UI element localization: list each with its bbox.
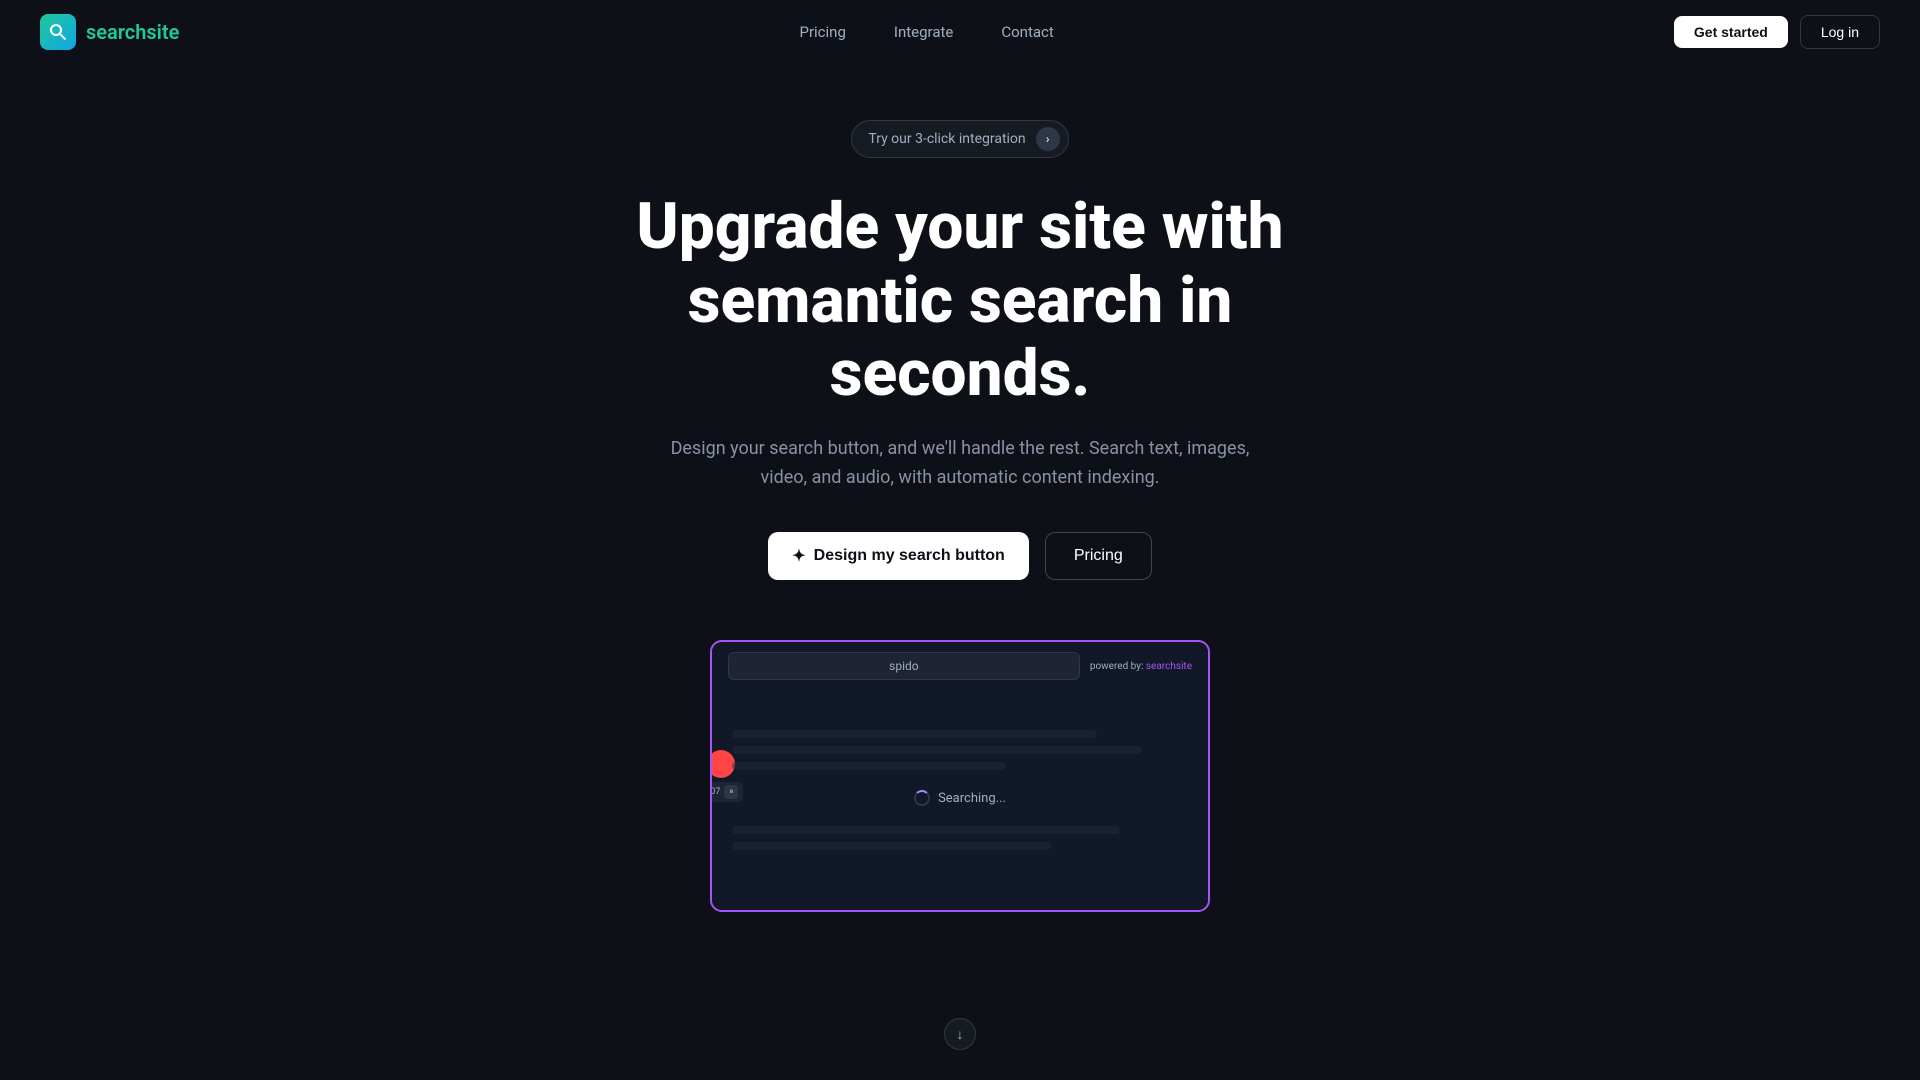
- logo[interactable]: searchsite: [40, 14, 179, 50]
- record-button[interactable]: [710, 750, 735, 778]
- integration-badge-text: Try our 3-click integration: [868, 131, 1025, 147]
- design-button-label: Design my search button: [814, 547, 1005, 565]
- skeleton-line-4: [732, 826, 1120, 834]
- design-search-button[interactable]: ✦ Design my search button: [768, 532, 1029, 580]
- pause-button[interactable]: ⏸: [724, 785, 738, 799]
- nav-link-contact[interactable]: Contact: [1001, 23, 1053, 41]
- skeleton-line-3: [732, 762, 1006, 770]
- sparkle-icon: ✦: [792, 546, 805, 566]
- hero-section: Try our 3-click integration › Upgrade yo…: [0, 0, 1920, 912]
- side-controls-row: 0:07 ⏸: [710, 782, 743, 802]
- logo-text: searchsite: [86, 20, 179, 44]
- navbar: searchsite Pricing Integrate Contact Get…: [0, 0, 1920, 64]
- searching-indicator: Searching...: [914, 790, 1006, 806]
- logo-icon: [40, 14, 76, 50]
- side-label: 0:07: [710, 787, 720, 797]
- demo-window: spido powered by: searchsite Searching..…: [712, 642, 1208, 910]
- get-started-button[interactable]: Get started: [1674, 16, 1788, 48]
- demo-side-controls: 0:07 ⏸: [710, 750, 743, 802]
- hero-title: Upgrade your site with semantic search i…: [610, 190, 1310, 411]
- integration-badge-arrow-icon: ›: [1036, 127, 1060, 151]
- demo-top-bar: spido powered by: searchsite: [712, 642, 1208, 690]
- scroll-indicator[interactable]: ↓: [944, 1018, 976, 1050]
- demo-brand-label: powered by: searchsite: [1090, 661, 1192, 672]
- hero-buttons: ✦ Design my search button Pricing: [768, 532, 1151, 580]
- skeleton-line-2: [732, 746, 1142, 754]
- results-skeleton-2: [732, 826, 1188, 850]
- results-skeleton: [732, 730, 1188, 770]
- hero-subtitle: Design your search button, and we'll han…: [670, 435, 1250, 493]
- loading-spinner: [914, 790, 930, 806]
- demo-container: 0:07 ⏸ spido powered by: searchsite: [710, 640, 1210, 912]
- nav-link-pricing[interactable]: Pricing: [799, 23, 845, 41]
- nav-link-integrate[interactable]: Integrate: [894, 23, 953, 41]
- skeleton-line-5: [732, 842, 1051, 850]
- demo-content: Searching...: [712, 690, 1208, 910]
- searching-text: Searching...: [938, 791, 1006, 806]
- nav-links: Pricing Integrate Contact: [799, 23, 1053, 41]
- log-in-button[interactable]: Log in: [1800, 15, 1880, 49]
- pricing-button[interactable]: Pricing: [1045, 532, 1152, 580]
- nav-actions: Get started Log in: [1674, 15, 1880, 49]
- skeleton-line-1: [732, 730, 1097, 738]
- demo-search-input[interactable]: spido: [728, 652, 1080, 680]
- integration-badge[interactable]: Try our 3-click integration ›: [851, 120, 1068, 158]
